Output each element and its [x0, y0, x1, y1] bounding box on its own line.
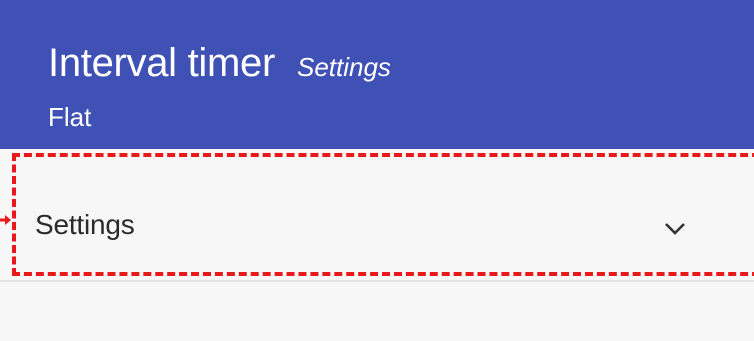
- app-screen: Interval timer Settings Flat Settings: [0, 0, 754, 341]
- app-subtitle: Settings: [296, 52, 391, 82]
- app-bar: Interval timer Settings Flat: [0, 0, 754, 149]
- app-variant-label: Flat: [48, 102, 92, 132]
- title-row: Interval timer Settings: [48, 43, 391, 83]
- app-title: Interval timer: [48, 41, 275, 85]
- settings-row-label: Settings: [35, 209, 135, 240]
- settings-expandable-row[interactable]: Settings: [0, 149, 754, 282]
- chevron-down-icon[interactable]: [663, 221, 687, 237]
